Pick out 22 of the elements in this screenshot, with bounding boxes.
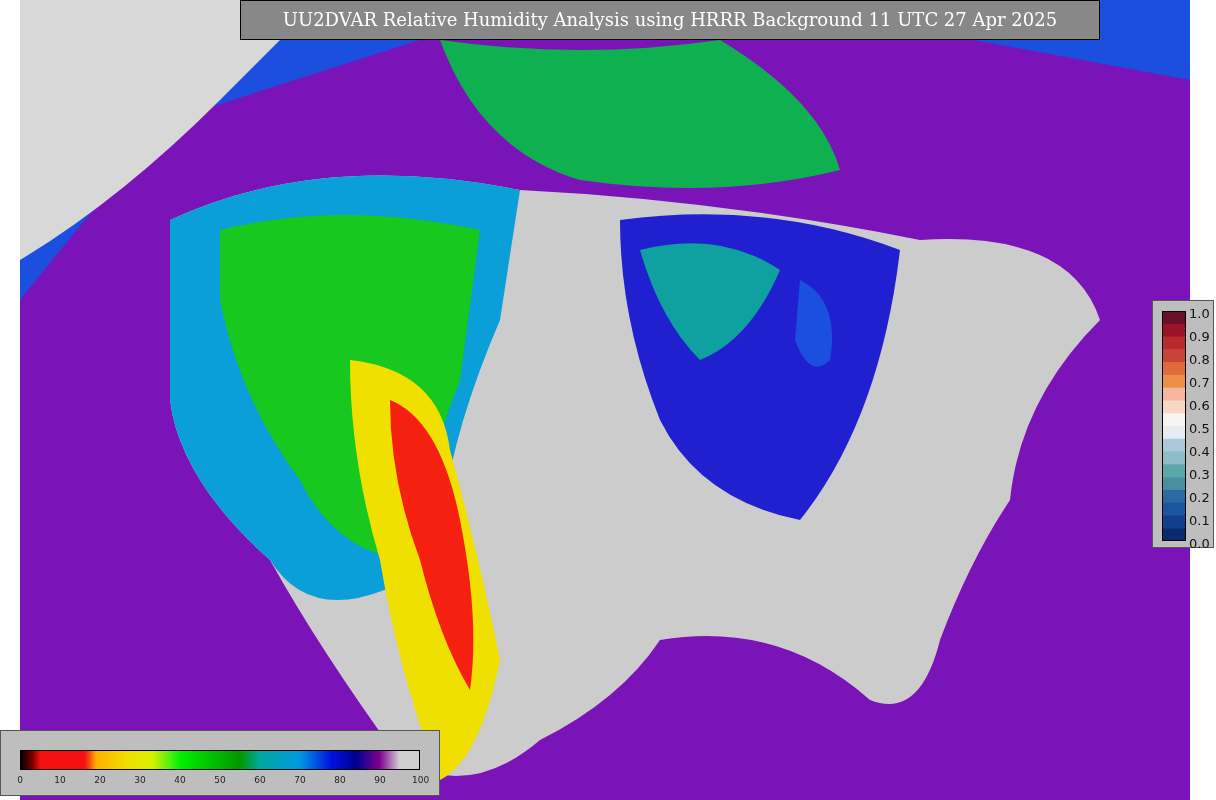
tick-label: 20 [93,775,107,785]
tick-label: 60 [253,775,267,785]
tick-label: 50 [213,775,227,785]
tick-label: 0.6 [1189,397,1210,415]
tick-label: 90 [373,775,387,785]
tick-label: 0.2 [1189,489,1210,507]
tick-label: 0.5 [1189,420,1210,438]
tick-label: 100 [412,775,428,785]
tick-label: 1.0 [1189,305,1210,323]
tick-label: 0.4 [1189,443,1210,461]
tick-label: 40 [173,775,187,785]
tick-label: 70 [293,775,307,785]
tick-label: 0.1 [1189,512,1210,530]
tick-label: 80 [333,775,347,785]
tick-label: 0.9 [1189,328,1210,346]
tick-label: 0 [16,775,24,785]
tick-label: 0.3 [1189,466,1210,484]
tick-label: 0.8 [1189,351,1210,369]
map-title: UU2DVAR Relative Humidity Analysis using HRRR Background 11 UTC 27 Apr 2025 [240,0,1100,40]
tick-label: 30 [133,775,147,785]
tick-label: 0.7 [1189,374,1210,392]
tick-label: 10 [53,775,67,785]
